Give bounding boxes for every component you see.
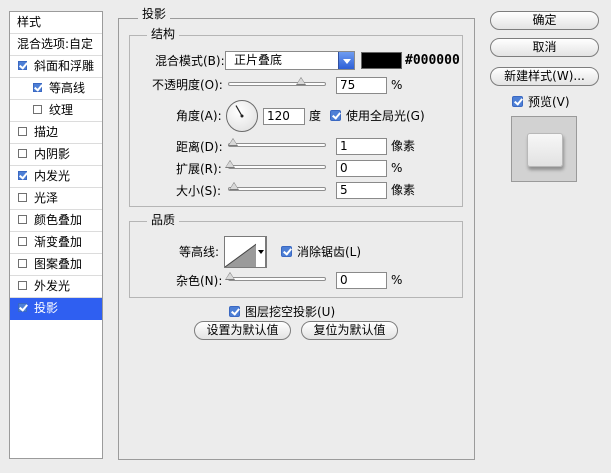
sidebar-item-label: 内阴影	[34, 147, 71, 161]
styles-header-label: 样式	[17, 15, 42, 29]
panel-title: 投影	[138, 7, 171, 22]
make-default-button[interactable]: 设置为默认值	[194, 321, 291, 340]
global-light-checkbox[interactable]	[330, 110, 341, 121]
noise-label: 杂色(N):	[176, 274, 223, 288]
sidebar-item[interactable]: 描边	[10, 122, 102, 144]
angle-label: 角度(A):	[176, 109, 222, 123]
distance-input[interactable]: 1	[336, 138, 387, 155]
new-style-button[interactable]: 新建样式(W)...	[490, 67, 599, 86]
sidebar-item-checkbox[interactable]	[33, 83, 42, 92]
sidebar-item-checkbox[interactable]	[18, 61, 27, 70]
sidebar-item[interactable]: 外发光	[10, 276, 102, 298]
sidebar-item-label: 纹理	[49, 103, 74, 117]
spread-slider-thumb[interactable]	[225, 160, 235, 168]
sidebar-item[interactable]: 斜面和浮雕	[10, 56, 102, 78]
spread-input[interactable]: 0	[336, 160, 387, 177]
sidebar-item-checkbox[interactable]	[18, 127, 27, 136]
blend-mode-label: 混合模式(B):	[155, 54, 225, 68]
opacity-input[interactable]: 75	[336, 77, 387, 94]
sidebar-item[interactable]: 渐变叠加	[10, 232, 102, 254]
size-label: 大小(S):	[176, 184, 222, 198]
sidebar-item[interactable]: 内阴影	[10, 144, 102, 166]
sidebar-item[interactable]: 光泽	[10, 188, 102, 210]
size-slider-thumb[interactable]	[229, 182, 239, 190]
preview-checkbox[interactable]	[512, 96, 523, 107]
sidebar-item-label: 投影	[34, 301, 59, 315]
sidebar-item-label: 渐变叠加	[34, 235, 83, 249]
antialias-checkbox[interactable]	[281, 246, 292, 257]
sidebar-item-label: 光泽	[34, 191, 59, 205]
sidebar-item[interactable]: 图案叠加	[10, 254, 102, 276]
sidebar-item[interactable]: 投影	[10, 298, 102, 320]
blend-mode-select[interactable]: 正片叠底	[225, 51, 355, 70]
sidebar-item[interactable]: 内发光	[10, 166, 102, 188]
noise-unit: %	[391, 273, 403, 287]
size-unit: 像素	[391, 183, 416, 197]
size-input[interactable]: 5	[336, 182, 387, 199]
sidebar-item-checkbox[interactable]	[18, 237, 27, 246]
contour-dropdown-button[interactable]	[256, 236, 266, 268]
sidebar-item-label: 描边	[34, 125, 59, 139]
styles-list: 样式 混合选项:自定 斜面和浮雕等高线纹理描边内阴影内发光光泽颜色叠加渐变叠加图…	[9, 11, 103, 459]
knockout-label: 图层挖空投影(U)	[245, 305, 336, 319]
spread-label: 扩展(R):	[176, 162, 222, 176]
sidebar-item-label: 等高线	[49, 81, 86, 95]
sidebar-item-checkbox[interactable]	[18, 259, 27, 268]
opacity-slider-thumb[interactable]	[296, 77, 306, 85]
sidebar-item-label: 颜色叠加	[34, 213, 83, 227]
global-light-label: 使用全局光(G)	[346, 109, 425, 123]
size-slider[interactable]	[228, 182, 326, 191]
opacity-unit: %	[391, 78, 403, 92]
noise-slider[interactable]	[225, 272, 326, 281]
sidebar-item-label: 斜面和浮雕	[34, 59, 95, 73]
style-preview	[511, 116, 577, 182]
distance-label: 距离(D):	[176, 140, 223, 154]
sidebar-item-checkbox[interactable]	[18, 193, 27, 202]
angle-input[interactable]: 120	[263, 108, 305, 125]
reset-default-button[interactable]: 复位为默认值	[301, 321, 398, 340]
preview-label: 预览(V)	[528, 95, 570, 109]
angle-unit: 度	[309, 109, 322, 123]
blend-mode-value: 正片叠底	[234, 53, 283, 67]
sidebar-item-checkbox[interactable]	[33, 105, 42, 114]
distance-unit: 像素	[391, 139, 416, 153]
contour-label: 等高线:	[179, 245, 220, 259]
sidebar-item-checkbox[interactable]	[18, 215, 27, 224]
ok-button[interactable]: 确定	[490, 11, 599, 30]
blending-options-label: 混合选项:自定	[17, 37, 94, 51]
knockout-checkbox[interactable]	[229, 306, 240, 317]
noise-slider-thumb[interactable]	[225, 272, 235, 280]
chevron-down-icon	[338, 52, 354, 69]
opacity-label: 不透明度(O):	[152, 78, 223, 92]
sidebar-item-label: 图案叠加	[34, 257, 83, 271]
sidebar-item-label: 外发光	[34, 279, 71, 293]
distance-slider-thumb[interactable]	[228, 138, 238, 146]
sidebar-item[interactable]: 纹理	[10, 100, 102, 122]
cancel-button[interactable]: 取消	[490, 38, 599, 57]
noise-input[interactable]: 0	[336, 272, 387, 289]
sidebar-item-checkbox[interactable]	[18, 149, 27, 158]
spread-unit: %	[391, 161, 403, 175]
styles-header[interactable]: 样式	[10, 12, 102, 34]
preview-thumbnail	[527, 133, 563, 167]
sidebar-item-checkbox[interactable]	[18, 281, 27, 290]
sidebar-item-label: 内发光	[34, 169, 71, 183]
sidebar-item-checkbox[interactable]	[18, 303, 27, 312]
shadow-color-hex: #000000	[405, 53, 460, 68]
angle-dial[interactable]	[226, 100, 258, 132]
antialias-label: 消除锯齿(L)	[297, 245, 362, 259]
blending-options-item[interactable]: 混合选项:自定	[10, 34, 102, 56]
distance-slider[interactable]	[228, 138, 326, 147]
opacity-slider[interactable]	[228, 77, 326, 86]
structure-title: 结构	[147, 27, 180, 41]
sidebar-item[interactable]: 等高线	[10, 78, 102, 100]
quality-title: 品质	[147, 213, 180, 227]
sidebar-item[interactable]: 颜色叠加	[10, 210, 102, 232]
sidebar-item-checkbox[interactable]	[18, 171, 27, 180]
angle-needle-icon	[235, 105, 244, 118]
shadow-color-swatch[interactable]	[361, 52, 402, 69]
spread-slider[interactable]	[225, 160, 326, 169]
